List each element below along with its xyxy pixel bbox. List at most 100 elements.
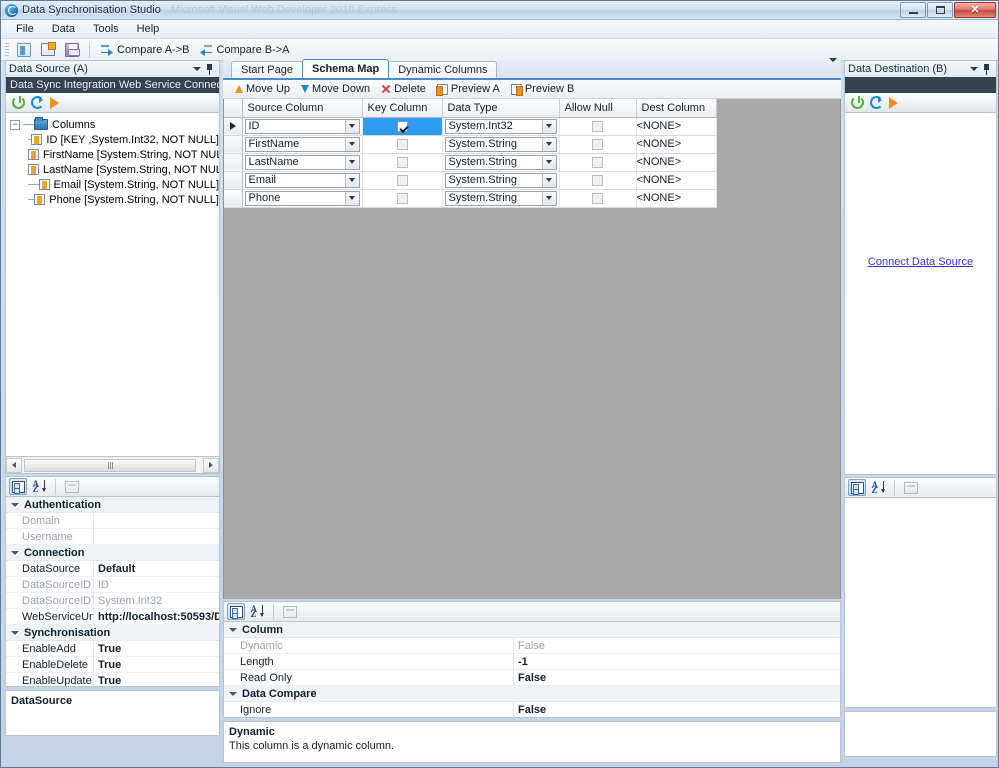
allow-null-checkbox-wrap[interactable] — [560, 190, 636, 207]
tree-node-column[interactable]: Email [System.String, NOT NULL] — [6, 177, 219, 192]
data-type-combobox[interactable]: System.Int32 — [444, 118, 557, 134]
cell-dest-column[interactable]: <NONE> — [636, 153, 717, 172]
grid-header-data-type[interactable]: Data Type — [442, 99, 560, 118]
property-group-header[interactable]: Authentication — [6, 497, 219, 513]
property-pages-button[interactable] — [902, 479, 920, 496]
menu-item-tools[interactable]: Tools — [84, 21, 128, 37]
property-row[interactable]: Length -1 — [224, 653, 840, 670]
row-selector[interactable] — [224, 171, 243, 190]
table-row[interactable]: LastName System.String <NONE> — [224, 153, 717, 172]
cell-allow-null[interactable] — [559, 135, 637, 154]
categorized-button[interactable] — [227, 603, 245, 620]
allow-null-checkbox[interactable] — [592, 174, 603, 186]
scroll-right-button[interactable] — [203, 457, 219, 473]
grid-header-allow-null[interactable]: Allow Null — [559, 99, 637, 118]
property-value[interactable]: False — [514, 704, 840, 716]
minimize-button[interactable] — [900, 2, 926, 18]
data-source-tree[interactable]: − Columns ID [KEY ,System.Int32, NOT NUL… — [5, 113, 220, 457]
destination-property-grid[interactable] — [844, 498, 997, 708]
property-row[interactable]: DataSourceID ID — [6, 576, 219, 593]
key-column-checkbox[interactable] — [396, 174, 408, 186]
cell-key-column[interactable] — [362, 153, 443, 172]
alphabetical-sort-button[interactable]: AZ — [869, 479, 887, 496]
property-row[interactable]: EnableDelete True — [6, 656, 219, 673]
cell-source-column[interactable]: Phone — [242, 189, 363, 208]
grid-header-key-column[interactable]: Key Column — [362, 99, 443, 118]
source-column-combobox[interactable]: LastName — [244, 154, 360, 170]
property-value[interactable]: ID — [94, 579, 219, 591]
source-column-combobox[interactable]: ID — [244, 118, 360, 134]
menu-item-help[interactable]: Help — [128, 21, 169, 37]
dropdown-button[interactable] — [344, 155, 359, 169]
compare-b-to-a-button[interactable]: Compare B->A — [195, 40, 293, 59]
property-row[interactable]: DataSource Default — [6, 560, 219, 577]
property-row[interactable]: Ignore False — [224, 701, 840, 717]
compare-a-to-b-button[interactable]: Compare A->B — [96, 40, 193, 59]
allow-null-checkbox[interactable] — [592, 138, 603, 150]
move-up-button[interactable]: Move Up — [231, 82, 294, 96]
allow-null-checkbox[interactable] — [592, 192, 603, 204]
tree-expander-icon[interactable]: − — [10, 119, 20, 130]
close-button[interactable]: ✕ — [954, 2, 996, 18]
refresh-icon[interactable] — [31, 96, 44, 109]
row-selector[interactable] — [224, 153, 243, 172]
cell-allow-null[interactable] — [559, 153, 637, 172]
cell-source-column[interactable]: Email — [242, 171, 363, 190]
cell-source-column[interactable]: ID — [242, 117, 363, 136]
tab-start-page[interactable]: Start Page — [231, 61, 303, 78]
key-column-checkbox[interactable] — [396, 192, 408, 204]
dropdown-button[interactable] — [541, 119, 556, 133]
move-down-button[interactable]: Move Down — [297, 82, 374, 96]
property-row[interactable]: EnableAdd True — [6, 640, 219, 657]
allow-null-checkbox[interactable] — [592, 120, 603, 132]
cell-data-type[interactable]: System.String — [442, 135, 560, 154]
cell-data-type[interactable]: System.String — [442, 153, 560, 172]
property-row[interactable]: DataSourceIDType System.Int32 — [6, 592, 219, 609]
refresh-icon[interactable] — [870, 96, 883, 109]
panel-menu-button[interactable] — [190, 63, 203, 76]
cell-allow-null[interactable] — [559, 171, 637, 190]
tree-node-column[interactable]: FirstName [System.String, NOT NULL] — [6, 147, 219, 162]
tree-node-column[interactable]: LastName [System.String, NOT NULL] — [6, 162, 219, 177]
dropdown-button[interactable] — [344, 119, 359, 133]
key-column-checkbox-wrap[interactable] — [363, 154, 442, 171]
cell-allow-null[interactable] — [559, 189, 637, 208]
property-group-header[interactable]: Column — [224, 622, 840, 638]
panel-pin-button[interactable] — [203, 63, 216, 76]
property-row[interactable]: Read Only False — [224, 669, 840, 686]
property-row[interactable]: EnableUpdate True — [6, 672, 219, 686]
row-selector[interactable] — [224, 135, 243, 154]
dropdown-button[interactable] — [541, 173, 556, 187]
source-column-combobox[interactable]: Phone — [244, 190, 360, 206]
cell-dest-column[interactable]: <NONE> — [636, 171, 717, 190]
dropdown-button[interactable] — [541, 191, 556, 205]
new-document-button[interactable] — [13, 40, 35, 59]
property-value[interactable]: True — [94, 659, 219, 671]
cell-source-column[interactable]: LastName — [242, 153, 363, 172]
tree-horizontal-scrollbar[interactable] — [5, 457, 220, 474]
dropdown-button[interactable] — [541, 137, 556, 151]
data-type-combobox[interactable]: System.String — [444, 190, 557, 206]
key-column-checkbox[interactable] — [396, 120, 408, 132]
property-row[interactable]: Username — [6, 528, 219, 545]
cell-dest-column[interactable]: <NONE> — [636, 117, 717, 136]
table-row[interactable]: FirstName System.String <NONE> — [224, 135, 717, 154]
scroll-track[interactable] — [22, 457, 203, 473]
source-column-combobox[interactable]: Email — [244, 172, 360, 188]
cell-key-column[interactable] — [362, 135, 443, 154]
menu-item-data[interactable]: Data — [43, 21, 84, 37]
property-group-header[interactable]: Connection — [6, 545, 219, 561]
maximize-button[interactable] — [927, 2, 953, 18]
cell-dest-column[interactable]: <NONE> — [636, 135, 717, 154]
property-pages-button[interactable] — [281, 603, 299, 620]
key-column-checkbox[interactable] — [396, 138, 408, 150]
cell-data-type[interactable]: System.String — [442, 171, 560, 190]
grid-header-source-column[interactable]: Source Column — [242, 99, 363, 118]
cell-key-column[interactable] — [362, 171, 443, 190]
row-selector[interactable] — [224, 117, 243, 136]
play-icon[interactable] — [50, 96, 59, 109]
preview-b-button[interactable]: Preview B — [507, 82, 579, 96]
property-value[interactable]: False — [514, 640, 840, 652]
toolbar-grip[interactable] — [5, 42, 9, 57]
tab-list-button[interactable] — [829, 58, 837, 74]
